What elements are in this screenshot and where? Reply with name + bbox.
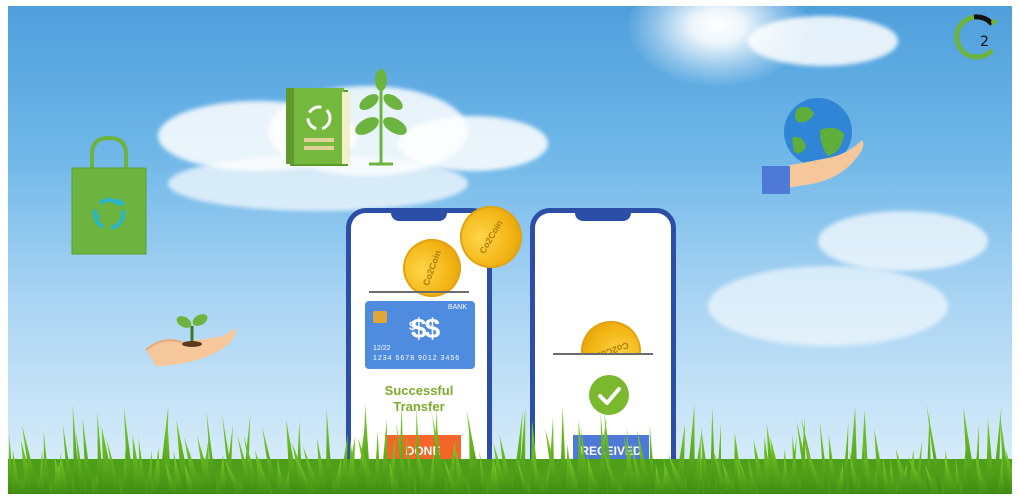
co2-logo-subscript: 2 xyxy=(980,34,989,50)
recycle-bag-icon xyxy=(71,135,147,255)
card-dollar-symbol: $$ xyxy=(411,313,440,344)
grass-blade xyxy=(710,407,716,494)
phone-notch xyxy=(391,213,447,221)
coin-icon: Co2Coin xyxy=(394,230,470,306)
card-expiry: 12/22 xyxy=(373,345,391,352)
card-bank-label: BANK xyxy=(447,304,467,311)
grass-blade xyxy=(326,409,334,494)
grass-blade xyxy=(686,404,695,494)
coin-label: Co2Coin xyxy=(477,218,505,256)
grass-blade xyxy=(560,406,567,494)
hand-globe-icon xyxy=(762,98,864,194)
cloud xyxy=(818,211,988,271)
bank-card: BANK $ $$ 12/22 1234 5678 9012 3456 xyxy=(365,301,475,369)
cloud xyxy=(708,266,948,346)
transfer-message-line1: Successful xyxy=(384,383,454,398)
cloud xyxy=(748,16,898,66)
sky-background: Co2Coin BANK $ $$ 12/22 1234 5678 9012 3… xyxy=(8,6,1012,494)
coin-slot xyxy=(369,291,469,293)
card-number: 1234 5678 9012 3456 xyxy=(373,355,461,362)
grass-blade xyxy=(842,421,849,494)
hand-sprout-icon xyxy=(145,314,236,366)
grass-blade xyxy=(72,404,81,494)
coin-label: Co2Coin xyxy=(420,248,444,288)
coin-slot xyxy=(553,353,653,355)
phone-notch xyxy=(575,213,631,221)
card-chip-icon xyxy=(373,311,387,323)
grass-blade xyxy=(380,418,388,494)
grass-foreground xyxy=(8,404,1012,494)
recycle-book-icon xyxy=(286,88,350,166)
sprout-icon xyxy=(355,69,407,166)
co2-logo-icon: 2 xyxy=(954,14,997,60)
illustration-frame: Co2Coin BANK $ $$ 12/22 1234 5678 9012 3… xyxy=(0,0,1019,501)
